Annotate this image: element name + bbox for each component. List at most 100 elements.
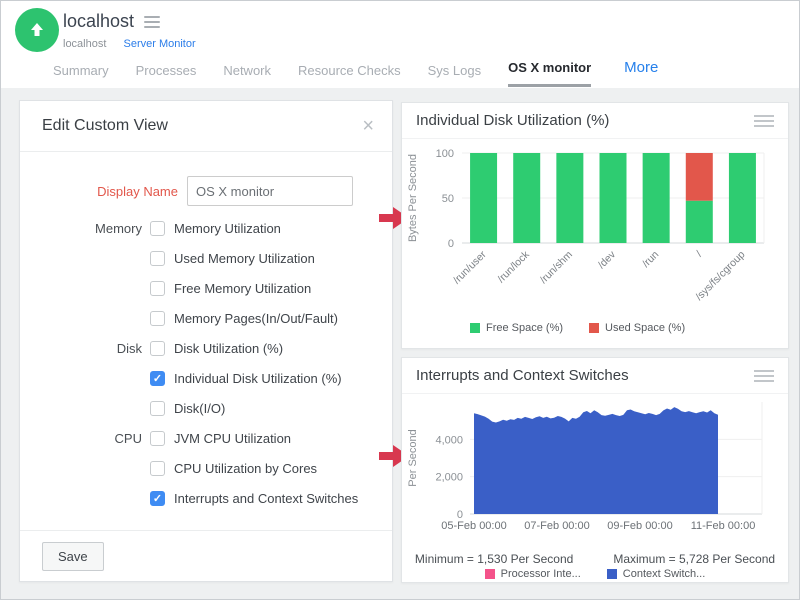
checkbox-free-memory-utilization[interactable] <box>150 281 165 296</box>
tab-more[interactable]: More <box>624 59 658 87</box>
close-icon[interactable]: × <box>362 116 374 136</box>
legend-item[interactable]: Context Switch... <box>607 568 706 580</box>
checkbox-memory-pages-in-out-fault-[interactable] <box>150 311 165 326</box>
panel-footer: Save <box>20 530 392 581</box>
svg-text:2,000: 2,000 <box>435 472 463 484</box>
disk-utilization-card: Individual Disk Utilization (%) 0 50 100 By… <box>401 102 789 349</box>
metric-checkbox-list: Memory Memory Utilization Used Memory Util… <box>20 213 392 513</box>
checkbox-label: Memory Pages(In/Out/Fault) <box>174 311 338 326</box>
checkbox-disk-i-o-[interactable] <box>150 401 165 416</box>
panel-title: Edit Custom View <box>42 117 168 135</box>
interrupts-chart-legend: Processor Inte... Context Switch... <box>402 568 788 580</box>
checkbox-label: Individual Disk Utilization (%) <box>174 371 342 386</box>
interrupts-area-chart: 02,0004,000Per Second05-Feb 00:0007-Feb … <box>402 394 774 544</box>
svg-text:0: 0 <box>448 238 454 250</box>
legend-label: Context Switch... <box>623 568 706 580</box>
main-content: Edit Custom View × Display Name MemoryMe… <box>1 88 799 599</box>
display-name-row: Display Name <box>20 176 392 206</box>
monitor-status-icon <box>15 8 59 52</box>
tab-bar: Summary Processes Network Resource Checks Sy… <box>53 59 658 87</box>
tab-sys-logs[interactable]: Sys Logs <box>428 63 481 87</box>
tab-summary[interactable]: Summary <box>53 63 109 87</box>
title-menu-icon[interactable] <box>144 13 160 31</box>
svg-text:/: / <box>694 249 705 260</box>
metric-row: Disk Disk Utilization (%) <box>20 333 392 363</box>
group-label-disk: Disk <box>42 341 142 356</box>
svg-text:05-Feb 00:00: 05-Feb 00:00 <box>441 520 506 532</box>
checkbox-label: CPU Utilization by Cores <box>174 461 317 476</box>
checkbox-interrupts-and-context-switches[interactable]: ✓ <box>150 491 165 506</box>
tab-processes[interactable]: Processes <box>136 63 197 87</box>
group-label-memory: Memory <box>42 221 142 236</box>
checkbox-label: Used Memory Utilization <box>174 251 315 266</box>
metric-row: Disk(I/O) <box>20 393 392 423</box>
minimum-label: Minimum = 1,530 Per Second <box>415 552 573 566</box>
chart-menu-icon[interactable] <box>754 367 774 385</box>
svg-text:/run: /run <box>640 249 661 270</box>
tab-os-x-monitor[interactable]: OS X monitor <box>508 60 591 87</box>
checkbox-label: Memory Utilization <box>174 221 281 236</box>
tab-resource-checks[interactable]: Resource Checks <box>298 63 401 87</box>
save-button[interactable]: Save <box>42 542 104 571</box>
svg-text:/run/shm: /run/shm <box>538 248 576 286</box>
checkbox-label: Disk(I/O) <box>174 401 225 416</box>
svg-text:09-Feb 00:00: 09-Feb 00:00 <box>607 520 672 532</box>
svg-text:07-Feb 00:00: 07-Feb 00:00 <box>524 520 589 532</box>
breadcrumb: localhost Server Monitor <box>63 38 196 50</box>
page-title: localhost <box>63 11 134 32</box>
metric-row: Memory Memory Utilization <box>20 213 392 243</box>
edit-custom-view-panel: Edit Custom View × Display Name MemoryMe… <box>19 100 393 582</box>
legend-swatch-icon <box>589 323 599 333</box>
checkbox-label: Disk Utilization (%) <box>174 341 283 356</box>
legend-label: Processor Inte... <box>501 568 581 580</box>
metric-row: CPU JVM CPU Utilization <box>20 423 392 453</box>
svg-text:/run/user: /run/user <box>451 248 489 286</box>
checkbox-cpu-utilization-by-cores[interactable] <box>150 461 165 476</box>
svg-text:50: 50 <box>442 193 454 205</box>
legend-item[interactable]: Used Space (%) <box>589 322 685 334</box>
legend-item[interactable]: Processor Inte... <box>485 568 581 580</box>
disk-utilization-bar-chart: 0 50 100 Bytes Per Second/run/user/run/lock… <box>402 139 774 315</box>
disk-chart-title: Individual Disk Utilization (%) <box>416 112 609 129</box>
app-window: localhost localhost Server Monitor Summa… <box>0 0 800 600</box>
checkbox-label: JVM CPU Utilization <box>174 431 291 446</box>
metric-row: ✓ Interrupts and Context Switches <box>20 483 392 513</box>
metric-row: Memory Pages(In/Out/Fault) <box>20 303 392 333</box>
minmax-row: Minimum = 1,530 Per Second Maximum = 5,7… <box>402 552 788 566</box>
legend-item[interactable]: Free Space (%) <box>470 322 563 334</box>
maximum-label: Maximum = 5,728 Per Second <box>613 552 775 566</box>
display-name-input[interactable] <box>187 176 353 206</box>
breadcrumb-server-monitor-link[interactable]: Server Monitor <box>123 38 195 50</box>
svg-text:4,000: 4,000 <box>435 434 463 446</box>
checkbox-label: Interrupts and Context Switches <box>174 491 358 506</box>
svg-text:/run/lock: /run/lock <box>495 248 532 285</box>
metric-row: Free Memory Utilization <box>20 273 392 303</box>
disk-chart-legend: Free Space (%) Used Space (%) <box>402 322 788 334</box>
checkbox-used-memory-utilization[interactable] <box>150 251 165 266</box>
legend-label: Used Space (%) <box>605 322 685 334</box>
chart-menu-icon[interactable] <box>754 112 774 130</box>
svg-text:Per Second: Per Second <box>407 429 419 486</box>
breadcrumb-host: localhost <box>63 38 106 50</box>
svg-text:11-Feb 00:00: 11-Feb 00:00 <box>691 520 756 532</box>
up-arrow-icon <box>27 20 47 40</box>
legend-label: Free Space (%) <box>486 322 563 334</box>
interrupts-card: Interrupts and Context Switches 02,0004,… <box>401 357 789 583</box>
checkbox-jvm-cpu-utilization[interactable] <box>150 431 165 446</box>
checkbox-disk-utilization-[interactable] <box>150 341 165 356</box>
group-label-cpu: CPU <box>42 431 142 446</box>
checkbox-memory-utilization[interactable] <box>150 221 165 236</box>
legend-swatch-icon <box>485 569 495 579</box>
legend-swatch-icon <box>607 569 617 579</box>
metric-row: ✓ Individual Disk Utilization (%) <box>20 363 392 393</box>
svg-text:/dev: /dev <box>596 248 619 271</box>
legend-swatch-icon <box>470 323 480 333</box>
tab-network[interactable]: Network <box>223 63 271 87</box>
svg-text:Bytes Per Second: Bytes Per Second <box>407 154 419 242</box>
metric-row: CPU Utilization by Cores <box>20 453 392 483</box>
checkbox-individual-disk-utilization-[interactable]: ✓ <box>150 371 165 386</box>
svg-text:100: 100 <box>436 148 454 160</box>
interrupts-chart-title: Interrupts and Context Switches <box>416 367 629 384</box>
display-name-label: Display Name <box>42 184 178 199</box>
app-header: localhost localhost Server Monitor Summa… <box>1 1 799 89</box>
